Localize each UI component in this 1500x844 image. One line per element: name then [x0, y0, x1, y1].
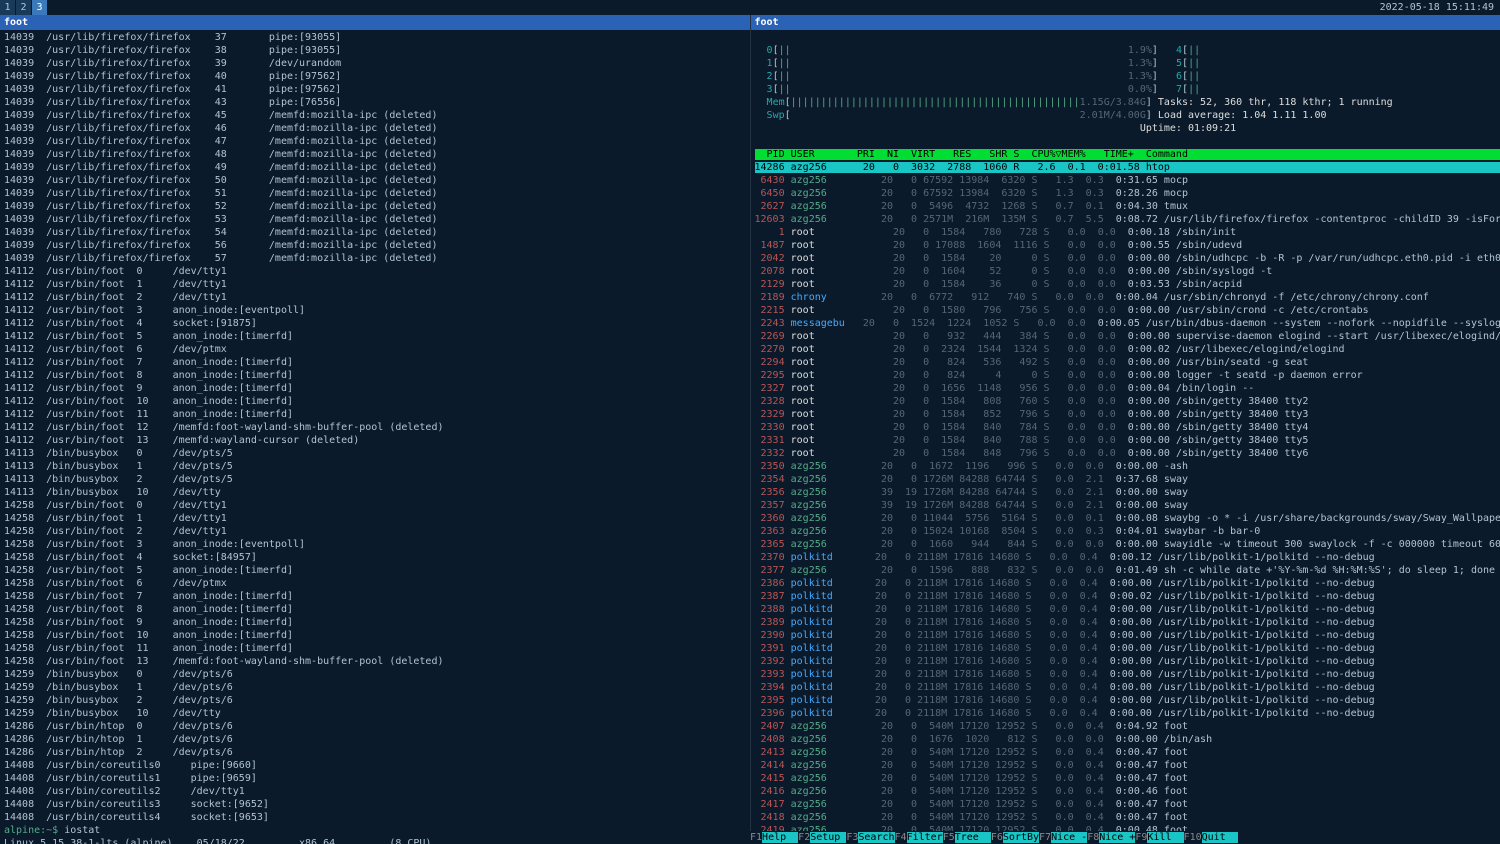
workspace-tab-1[interactable]: 1 — [0, 0, 15, 15]
left-title: foot — [0, 15, 750, 30]
clock: 2022-05-18 15:11:49 — [1380, 1, 1500, 14]
htop-function-keys[interactable]: F1Help F2Setup F3SearchF4FilterF5Tree F6… — [750, 831, 1500, 844]
workspace-tab-2[interactable]: 2 — [16, 0, 31, 15]
right-title: foot — [751, 15, 1500, 30]
left-pane[interactable]: foot 14039 /usr/lib/firefox/firefox 37 p… — [0, 15, 751, 844]
left-terminal[interactable]: 14039 /usr/lib/firefox/firefox 37 pipe:[… — [0, 30, 750, 844]
right-terminal[interactable]: 0[|| 1.9%] 4[|| 1.9%] 1[|| 1.3% — [751, 30, 1500, 844]
right-pane[interactable]: foot 0[|| 1.9%] 4[|| 1.9%] 1[|| — [751, 15, 1500, 844]
sway-bar: 123 2022-05-18 15:11:49 — [0, 0, 1500, 15]
workspace-tab-3[interactable]: 3 — [32, 0, 47, 15]
workspace-tabs: 123 — [0, 0, 48, 15]
